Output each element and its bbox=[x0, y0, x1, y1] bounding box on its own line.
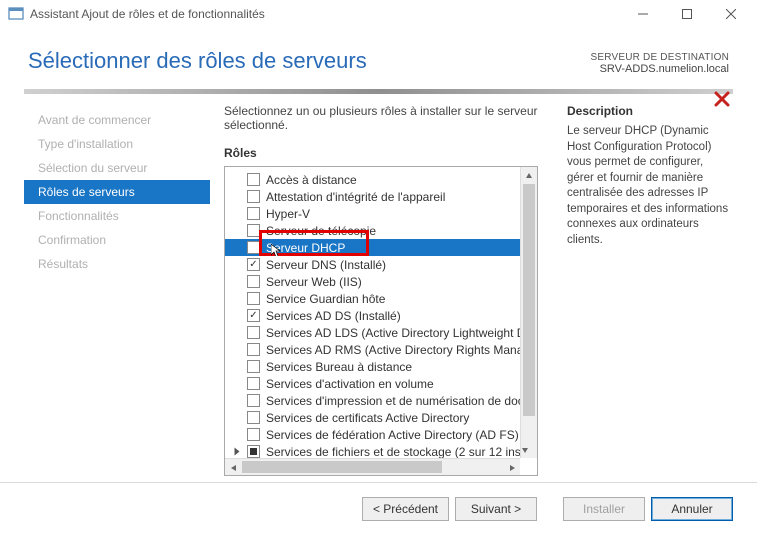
nav-results[interactable]: Résultats bbox=[24, 252, 210, 276]
role-checkbox[interactable] bbox=[247, 241, 260, 254]
role-label: Services de certificats Active Directory bbox=[266, 411, 469, 425]
page-title: Sélectionner des rôles de serveurs bbox=[28, 48, 367, 74]
role-checkbox[interactable] bbox=[247, 309, 260, 322]
nav-install-type[interactable]: Type d'installation bbox=[24, 132, 210, 156]
role-checkbox[interactable] bbox=[247, 173, 260, 186]
role-row[interactable]: Service Guardian hôte bbox=[225, 290, 537, 307]
role-label: Services AD DS (Installé) bbox=[266, 309, 401, 323]
role-checkbox[interactable] bbox=[247, 224, 260, 237]
nav-before-start[interactable]: Avant de commencer bbox=[24, 108, 210, 132]
role-checkbox[interactable] bbox=[247, 207, 260, 220]
nav-confirmation[interactable]: Confirmation bbox=[24, 228, 210, 252]
role-row[interactable]: Accès à distance bbox=[225, 171, 537, 188]
minimize-button[interactable] bbox=[621, 0, 665, 28]
role-label: Serveur Web (IIS) bbox=[266, 275, 362, 289]
role-checkbox[interactable] bbox=[247, 343, 260, 356]
expand-icon[interactable] bbox=[235, 448, 240, 456]
scroll-up-button[interactable] bbox=[521, 167, 537, 184]
role-label: Attestation d'intégrité de l'appareil bbox=[266, 190, 445, 204]
cancel-button[interactable]: Annuler bbox=[651, 497, 733, 521]
role-label: Serveur DNS (Installé) bbox=[266, 258, 386, 272]
previous-button[interactable]: < Précédent bbox=[362, 497, 449, 521]
roles-list[interactable]: Accès à distance Attestation d'intégrité … bbox=[224, 166, 538, 476]
role-checkbox[interactable] bbox=[247, 275, 260, 288]
vscroll-thumb[interactable] bbox=[523, 184, 535, 416]
role-checkbox[interactable] bbox=[247, 411, 260, 424]
role-row[interactable]: Hyper-V bbox=[225, 205, 537, 222]
horizontal-scrollbar[interactable] bbox=[225, 458, 520, 475]
maximize-button[interactable] bbox=[665, 0, 709, 28]
role-label: Services Bureau à distance bbox=[266, 360, 412, 374]
scroll-right-button[interactable] bbox=[503, 459, 520, 476]
description-text: Le serveur DHCP (Dynamic Host Configurat… bbox=[567, 124, 733, 248]
destination-label: SERVEUR DE DESTINATION bbox=[591, 52, 730, 63]
description-header: Description bbox=[567, 104, 733, 118]
role-row[interactable]: Serveur DNS (Installé) bbox=[225, 256, 537, 273]
role-row[interactable]: Services Bureau à distance bbox=[225, 358, 537, 375]
role-label: Services de fichiers et de stockage (2 s… bbox=[266, 445, 537, 459]
content: Sélectionnez un ou plusieurs rôles à ins… bbox=[210, 104, 733, 482]
scroll-left-button[interactable] bbox=[225, 459, 242, 476]
destination-server: SRV-ADDS.numelion.local bbox=[591, 63, 730, 75]
role-row[interactable]: Attestation d'intégrité de l'appareil bbox=[225, 188, 537, 205]
error-close-icon[interactable] bbox=[711, 88, 733, 110]
role-row[interactable]: Services de fédération Active Directory … bbox=[225, 426, 537, 443]
role-label: Accès à distance bbox=[266, 173, 357, 187]
wizard-nav: Avant de commencer Type d'installation S… bbox=[24, 104, 210, 482]
footer: < Précédent Suivant > Installer Annuler bbox=[0, 482, 757, 534]
header-separator bbox=[24, 89, 733, 94]
role-row[interactable]: Serveur de télécopie bbox=[225, 222, 537, 239]
nav-server-selection[interactable]: Sélection du serveur bbox=[24, 156, 210, 180]
description-panel: Description Le serveur DHCP (Dynamic Hos… bbox=[547, 104, 733, 482]
role-label: Service Guardian hôte bbox=[266, 292, 385, 306]
role-row[interactable]: Services AD RMS (Active Directory Rights… bbox=[225, 341, 537, 358]
roles-header: Rôles bbox=[224, 146, 547, 160]
role-label: Services d'impression et de numérisation… bbox=[266, 394, 537, 408]
role-row[interactable]: Services AD LDS (Active Directory Lightw… bbox=[225, 324, 537, 341]
role-label: Services AD LDS (Active Directory Lightw… bbox=[266, 326, 537, 340]
next-button[interactable]: Suivant > bbox=[455, 497, 537, 521]
app-icon bbox=[8, 6, 24, 22]
nav-server-roles[interactable]: Rôles de serveurs bbox=[24, 180, 210, 204]
role-row[interactable]: Serveur DHCP bbox=[225, 239, 537, 256]
role-label: Services AD RMS (Active Directory Rights… bbox=[266, 343, 537, 357]
role-row[interactable]: Services de certificats Active Directory bbox=[225, 409, 537, 426]
role-row[interactable]: Services d'impression et de numérisation… bbox=[225, 392, 537, 409]
main: Avant de commencer Type d'installation S… bbox=[0, 94, 757, 482]
role-checkbox[interactable] bbox=[247, 326, 260, 339]
role-checkbox[interactable] bbox=[247, 445, 260, 458]
window-title: Assistant Ajout de rôles et de fonctionn… bbox=[30, 7, 265, 21]
destination-info: SERVEUR DE DESTINATION SRV-ADDS.numelion… bbox=[591, 52, 730, 75]
role-row[interactable]: Services AD DS (Installé) bbox=[225, 307, 537, 324]
role-row[interactable]: Services d'activation en volume bbox=[225, 375, 537, 392]
close-button[interactable] bbox=[709, 0, 753, 28]
role-checkbox[interactable] bbox=[247, 292, 260, 305]
install-button[interactable]: Installer bbox=[563, 497, 645, 521]
role-label: Hyper-V bbox=[266, 207, 310, 221]
role-row[interactable]: Serveur Web (IIS) bbox=[225, 273, 537, 290]
role-label: Services d'activation en volume bbox=[266, 377, 434, 391]
header: Sélectionner des rôles de serveurs SERVE… bbox=[0, 28, 757, 83]
cursor-icon bbox=[271, 244, 281, 256]
role-checkbox[interactable] bbox=[247, 360, 260, 373]
titlebar: Assistant Ajout de rôles et de fonctionn… bbox=[0, 0, 757, 28]
role-checkbox[interactable] bbox=[247, 258, 260, 271]
hscroll-thumb[interactable] bbox=[242, 461, 442, 473]
scroll-down-button[interactable] bbox=[521, 441, 529, 458]
role-checkbox[interactable] bbox=[247, 190, 260, 203]
nav-features[interactable]: Fonctionnalités bbox=[24, 204, 210, 228]
role-label: Serveur de télécopie bbox=[266, 224, 376, 238]
role-checkbox[interactable] bbox=[247, 377, 260, 390]
role-label: Services de fédération Active Directory … bbox=[266, 428, 519, 442]
role-checkbox[interactable] bbox=[247, 394, 260, 407]
instruction-text: Sélectionnez un ou plusieurs rôles à ins… bbox=[224, 104, 547, 132]
role-checkbox[interactable] bbox=[247, 428, 260, 441]
vertical-scrollbar[interactable] bbox=[520, 167, 537, 458]
